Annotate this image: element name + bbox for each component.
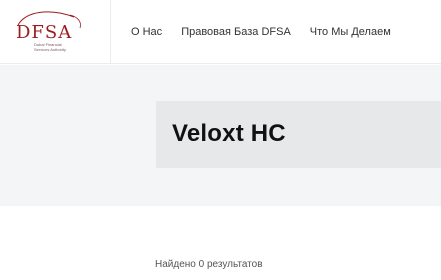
- title-box: Veloxt HC: [156, 101, 441, 168]
- results-count: Найдено 0 результатов: [155, 259, 263, 270]
- logo-container[interactable]: DFSA Dubai Financial Services Authority: [0, 0, 111, 64]
- main-nav: О Нас Правовая База DFSA Что Мы Делаем: [131, 0, 410, 64]
- nav-item-about[interactable]: О Нас: [131, 26, 162, 38]
- site-header: DFSA Dubai Financial Services Authority …: [0, 0, 441, 64]
- nav-item-what-we-do[interactable]: Что Мы Делаем: [310, 26, 391, 38]
- logo-subtitle-line-2: Services Authority: [34, 47, 66, 52]
- page-title: Veloxt HC: [172, 120, 286, 147]
- nav-item-legal-framework[interactable]: Правовая База DFSA: [181, 26, 291, 38]
- dfsa-logo[interactable]: DFSA Dubai Financial Services Authority: [12, 8, 92, 54]
- logo-wordmark: DFSA: [16, 22, 72, 43]
